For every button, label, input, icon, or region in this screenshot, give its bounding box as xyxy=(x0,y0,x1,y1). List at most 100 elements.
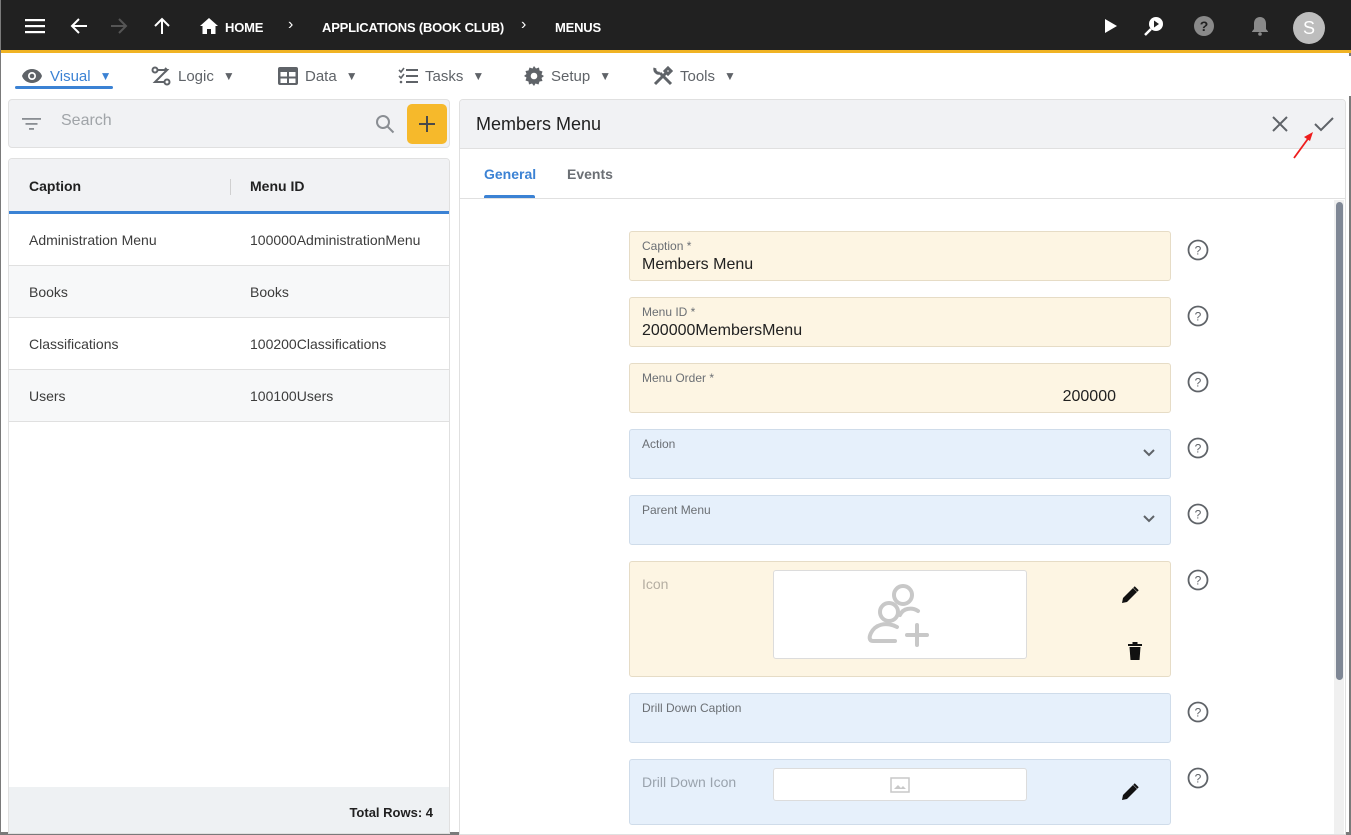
home-icon[interactable] xyxy=(197,14,221,38)
menu-tasks[interactable]: Tasks ▼ xyxy=(398,64,484,88)
menu-id-value: 200000MembersMenu xyxy=(642,322,803,339)
svg-text:?: ? xyxy=(1195,574,1202,588)
menu-icon[interactable] xyxy=(23,14,47,38)
svg-text:?: ? xyxy=(1200,18,1209,34)
help-icon[interactable]: ? xyxy=(1187,767,1209,789)
help-icon[interactable]: ? xyxy=(1192,14,1216,38)
tabs: General Events xyxy=(460,149,1345,199)
logic-flow-icon xyxy=(151,66,171,86)
action-select[interactable]: Action xyxy=(629,429,1171,479)
column-divider[interactable] xyxy=(230,179,231,195)
edit-pencil-icon[interactable] xyxy=(1120,585,1140,605)
drill-down-icon-field: Drill Down Icon xyxy=(629,759,1171,825)
tab-events[interactable]: Events xyxy=(567,166,613,182)
icon-label: Icon xyxy=(642,576,669,592)
breadcrumb-menus[interactable]: MENUS xyxy=(555,20,601,35)
menu-order-field[interactable]: Menu Order * 200000 xyxy=(629,363,1171,413)
menu-tools-label: Tools xyxy=(680,67,716,85)
plus-icon xyxy=(419,116,435,132)
menu-setup[interactable]: Setup ▼ xyxy=(524,64,611,88)
search-icon[interactable] xyxy=(375,114,395,134)
help-icon[interactable]: ? xyxy=(1187,437,1209,459)
table-row[interactable]: Classifications 100200Classifications xyxy=(9,318,449,370)
avatar[interactable]: S xyxy=(1293,12,1325,44)
menu-visual-label: Visual xyxy=(50,67,91,85)
menu-visual[interactable]: Visual ▼ xyxy=(21,64,111,88)
menu-bar: Visual ▼ Logic ▼ Data ▼ Tasks ▼ Setup ▼ … xyxy=(1,56,1351,137)
drill-down-icon-preview[interactable] xyxy=(773,768,1027,801)
menu-order-value: 200000 xyxy=(1062,388,1116,405)
close-icon xyxy=(1272,116,1288,132)
edit-pencil-icon[interactable] xyxy=(1120,782,1140,802)
caption-label: Caption * xyxy=(642,239,692,253)
menu-list: Caption Menu ID Administration Menu 1000… xyxy=(8,158,450,834)
help-icon[interactable]: ? xyxy=(1187,569,1209,591)
parent-menu-select[interactable]: Parent Menu xyxy=(629,495,1171,545)
help-icon[interactable]: ? xyxy=(1187,701,1209,723)
menu-tools[interactable]: Tools ▼ xyxy=(653,64,736,88)
trash-icon[interactable] xyxy=(1128,642,1142,660)
help-icon[interactable]: ? xyxy=(1187,371,1209,393)
parent-menu-label: Parent Menu xyxy=(642,503,711,517)
menu-logic[interactable]: Logic ▼ xyxy=(151,64,235,88)
eye-icon xyxy=(22,69,42,83)
svg-text:?: ? xyxy=(1195,442,1202,456)
breadcrumb-home[interactable]: HOME xyxy=(225,20,263,35)
drill-down-icon-label: Drill Down Icon xyxy=(642,774,737,790)
caption-field[interactable]: Caption * Members Menu xyxy=(629,231,1171,281)
cell-caption: Classifications xyxy=(29,336,119,352)
icon-preview[interactable] xyxy=(773,570,1027,659)
help-icon[interactable]: ? xyxy=(1187,503,1209,525)
tab-general[interactable]: General xyxy=(484,166,536,182)
table-grid-icon xyxy=(278,67,298,85)
search-run-icon[interactable] xyxy=(1142,14,1166,38)
help-icon[interactable]: ? xyxy=(1187,305,1209,327)
drill-down-caption-label: Drill Down Caption xyxy=(642,701,742,715)
up-arrow-icon[interactable] xyxy=(150,14,174,38)
table-row[interactable]: Books Books xyxy=(9,266,449,318)
list-header: Caption Menu ID xyxy=(9,159,449,214)
add-button[interactable] xyxy=(407,104,447,144)
chevron-down-icon xyxy=(1143,449,1155,457)
bell-icon[interactable] xyxy=(1248,14,1272,38)
menu-id-label: Menu ID * xyxy=(642,305,696,319)
svg-text:?: ? xyxy=(1195,310,1202,324)
scrollbar-thumb[interactable] xyxy=(1336,202,1343,680)
form-scrollbar[interactable] xyxy=(1334,200,1344,834)
breadcrumb-applications[interactable]: APPLICATIONS (BOOK CLUB) xyxy=(322,20,504,35)
menu-data[interactable]: Data ▼ xyxy=(278,64,358,88)
column-header-menu-id[interactable]: Menu ID xyxy=(250,178,304,194)
chevron-right-icon: › xyxy=(521,16,527,33)
add-users-icon xyxy=(867,583,929,647)
drill-down-caption-field[interactable]: Drill Down Caption xyxy=(629,693,1171,743)
menu-id-field[interactable]: Menu ID * 200000MembersMenu xyxy=(629,297,1171,347)
play-icon[interactable] xyxy=(1099,14,1123,38)
table-row[interactable]: Users 100100Users xyxy=(9,370,449,422)
total-rows: Total Rows: 4 xyxy=(349,805,433,820)
cell-menu-id: 100100Users xyxy=(250,388,334,404)
form-panel: Members Menu General Events Caption * Me… xyxy=(459,99,1346,835)
forward-arrow-icon[interactable] xyxy=(107,14,131,38)
menu-logic-label: Logic xyxy=(178,67,214,85)
search-input[interactable] xyxy=(61,112,361,130)
form-header: Members Menu xyxy=(460,100,1345,159)
active-menu-indicator xyxy=(15,86,113,89)
svg-text:?: ? xyxy=(1195,706,1202,720)
column-header-caption[interactable]: Caption xyxy=(29,178,81,194)
cell-menu-id: 100000AdministrationMenu xyxy=(250,232,421,248)
chevron-right-icon: › xyxy=(288,16,294,33)
caret-down-icon: ▼ xyxy=(724,69,736,83)
close-button[interactable] xyxy=(1268,112,1292,136)
svg-text:?: ? xyxy=(1195,376,1202,390)
menu-tasks-label: Tasks xyxy=(425,67,464,85)
table-row[interactable]: Administration Menu 100000Administration… xyxy=(9,214,449,266)
help-icon[interactable]: ? xyxy=(1187,239,1209,261)
back-arrow-icon[interactable] xyxy=(67,14,91,38)
search-bar xyxy=(8,99,450,148)
active-tab-indicator xyxy=(484,195,535,198)
cell-caption: Administration Menu xyxy=(29,232,157,248)
filter-icon[interactable] xyxy=(22,117,41,131)
caret-down-icon: ▼ xyxy=(472,69,485,83)
caret-down-icon: ▼ xyxy=(99,69,112,83)
cell-caption: Users xyxy=(29,388,66,404)
